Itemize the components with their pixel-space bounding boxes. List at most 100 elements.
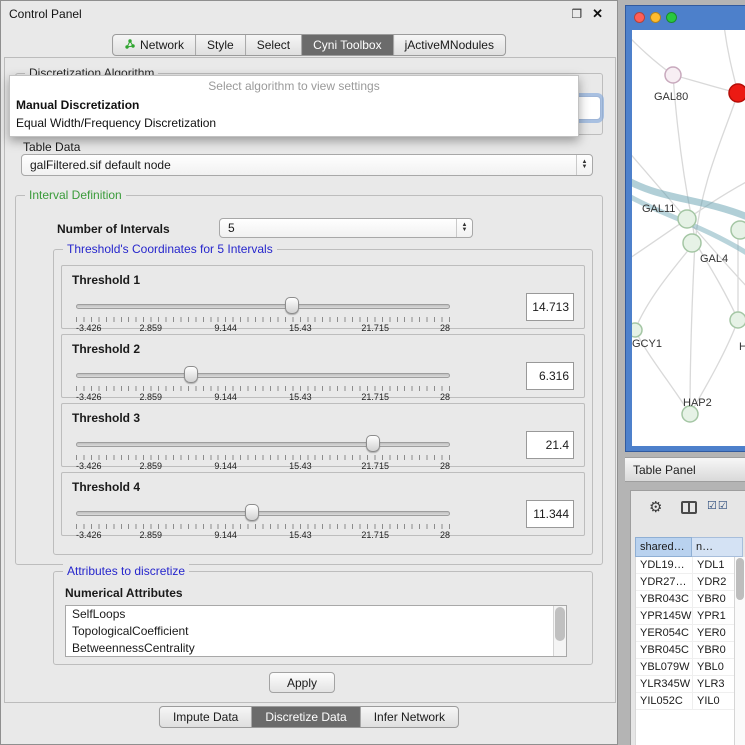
- titlebar: Control Panel ❐ ✕: [1, 1, 617, 27]
- slider-track[interactable]: [76, 373, 450, 378]
- table-data-select[interactable]: galFiltered.sif default node ▲ ▼: [21, 154, 593, 176]
- algorithm-placeholder-item: Select algorithm to view settings: [10, 76, 578, 96]
- tab-impute-data[interactable]: Impute Data: [160, 707, 252, 727]
- network-icon: [124, 38, 136, 53]
- threshold-panel-1: Threshold 1 -3.426 2.859 9.144 15.43 21.…: [61, 265, 585, 329]
- list-item[interactable]: TopologicalCoefficient: [66, 623, 566, 640]
- network-node[interactable]: [665, 67, 681, 83]
- table-row[interactable]: YER054C YER0: [636, 625, 735, 642]
- table-row[interactable]: YIL052C YIL0: [636, 693, 735, 710]
- attributes-group-title: Attributes to discretize: [63, 564, 189, 578]
- scale-label: -3.426: [76, 530, 102, 540]
- scrollbar-thumb[interactable]: [736, 558, 744, 600]
- scale-label: 9.144: [214, 392, 237, 402]
- threshold-value-field[interactable]: 6.316: [526, 362, 574, 390]
- threshold-slider[interactable]: -3.426 2.859 9.144 15.43 21.715 28: [74, 365, 452, 397]
- float-window-icon[interactable]: ❐: [571, 7, 582, 21]
- column-header-shared-name[interactable]: shared…: [635, 537, 692, 557]
- slider-ticks: [76, 455, 450, 460]
- scale-label: -3.426: [76, 461, 102, 471]
- slider-scale: -3.426 2.859 9.144 15.43 21.715 28: [76, 461, 450, 471]
- column-selector-icon[interactable]: [681, 501, 697, 514]
- algorithm-option-manual[interactable]: Manual Discretization: [10, 96, 578, 114]
- scale-label: 21.715: [361, 323, 389, 333]
- node-label: H: [739, 341, 745, 353]
- threshold-slider[interactable]: -3.426 2.859 9.144 15.43 21.715 28: [74, 434, 452, 466]
- scale-label: -3.426: [76, 323, 102, 333]
- table-row[interactable]: YLR345W YLR3: [636, 676, 735, 693]
- table-row[interactable]: YBR045C YBR0: [636, 642, 735, 659]
- node-label: GAL4: [700, 253, 728, 265]
- scale-label: 2.859: [140, 461, 163, 471]
- tab-cyni-toolbox[interactable]: Cyni Toolbox: [302, 35, 393, 55]
- network-node[interactable]: [678, 210, 696, 228]
- table-row[interactable]: YBR043C YBR0: [636, 591, 735, 608]
- slider-track[interactable]: [76, 442, 450, 447]
- scale-label: 28: [440, 323, 450, 333]
- table-row[interactable]: YPR145W YPR1: [636, 608, 735, 625]
- selected-node[interactable]: [729, 84, 745, 102]
- numerical-attributes-list[interactable]: SelfLoops TopologicalCoefficient Between…: [65, 605, 567, 657]
- table-row[interactable]: YDR27… YDR2: [636, 574, 735, 591]
- threshold-value-field[interactable]: 11.344: [526, 500, 574, 528]
- minimize-traffic-light[interactable]: [650, 12, 661, 23]
- table-panel-window: ⚙ ☑☑ shared… n… YDL19… YDL1 YDR27… YDR2 …: [630, 490, 745, 745]
- scale-label: 2.859: [140, 530, 163, 540]
- tab-style[interactable]: Style: [196, 35, 246, 55]
- tab-label: Style: [207, 38, 234, 52]
- slider-thumb[interactable]: [184, 366, 198, 383]
- threshold-slider[interactable]: -3.426 2.859 9.144 15.43 21.715 28: [74, 503, 452, 535]
- network-node[interactable]: [683, 234, 701, 252]
- table-row[interactable]: YDL19… YDL1: [636, 557, 735, 574]
- list-item[interactable]: BetweennessCentrality: [66, 640, 566, 657]
- cell-shared-name: YIL052C: [636, 693, 693, 709]
- threshold-value-field[interactable]: 21.4: [526, 431, 574, 459]
- tab-discretize-data[interactable]: Discretize Data: [252, 707, 360, 727]
- cell-name: YER0: [693, 625, 735, 641]
- table-body: YDL19… YDL1 YDR27… YDR2 YBR043C YBR0 YPR…: [635, 557, 735, 745]
- list-scrollbar[interactable]: [553, 606, 566, 656]
- cell-shared-name: YDR27…: [636, 574, 693, 590]
- checkbox-icons[interactable]: ☑☑: [707, 499, 729, 512]
- arrow-down-icon: ▼: [582, 165, 588, 170]
- slider-scale: -3.426 2.859 9.144 15.43 21.715 28: [76, 323, 450, 333]
- algorithm-option-equal-width[interactable]: Equal Width/Frequency Discretization: [10, 114, 578, 132]
- window-controls: [634, 12, 677, 23]
- network-node[interactable]: [632, 323, 642, 337]
- slider-track[interactable]: [76, 304, 450, 309]
- slider-thumb[interactable]: [245, 504, 259, 521]
- threshold-panel-4: Threshold 4 -3.426 2.859 9.144 15.43 21.…: [61, 472, 585, 536]
- network-node[interactable]: [730, 312, 745, 328]
- slider-track[interactable]: [76, 511, 450, 516]
- tab-select[interactable]: Select: [246, 35, 302, 55]
- threshold-slider[interactable]: -3.426 2.859 9.144 15.43 21.715 28: [74, 296, 452, 328]
- apply-button[interactable]: Apply: [269, 672, 335, 693]
- table-scrollbar[interactable]: [734, 557, 745, 745]
- threshold-value-field[interactable]: 14.713: [526, 293, 574, 321]
- node-label: HAP2: [683, 397, 712, 409]
- close-window-icon[interactable]: ✕: [592, 6, 603, 22]
- network-node[interactable]: [731, 221, 745, 239]
- column-header-name[interactable]: n…: [692, 537, 743, 557]
- tab-infer-network[interactable]: Infer Network: [361, 707, 458, 727]
- scale-label: 15.43: [289, 530, 312, 540]
- threshold-panel-3: Threshold 3 -3.426 2.859 9.144 15.43 21.…: [61, 403, 585, 467]
- list-item[interactable]: SelfLoops: [66, 606, 566, 623]
- tab-network[interactable]: Network: [113, 35, 196, 55]
- number-of-intervals-select[interactable]: 5 ▲ ▼: [219, 218, 473, 238]
- close-traffic-light[interactable]: [634, 12, 645, 23]
- scale-label: 28: [440, 530, 450, 540]
- scale-label: 2.859: [140, 392, 163, 402]
- scrollbar-thumb[interactable]: [555, 607, 565, 641]
- gear-icon[interactable]: ⚙: [649, 498, 662, 516]
- slider-thumb[interactable]: [285, 297, 299, 314]
- table-row[interactable]: YBL079W YBL0: [636, 659, 735, 676]
- zoom-traffic-light[interactable]: [666, 12, 677, 23]
- scale-label: 2.859: [140, 323, 163, 333]
- table-data-selected-value: galFiltered.sif default node: [22, 158, 576, 172]
- network-canvas[interactable]: GAL80 GAL11 GAL4 GCY1 HAP2 H: [632, 30, 745, 446]
- slider-thumb[interactable]: [366, 435, 380, 452]
- slider-ticks: [76, 386, 450, 391]
- scale-label: 15.43: [289, 323, 312, 333]
- tab-jactivemnodules[interactable]: jActiveMNodules: [394, 35, 505, 55]
